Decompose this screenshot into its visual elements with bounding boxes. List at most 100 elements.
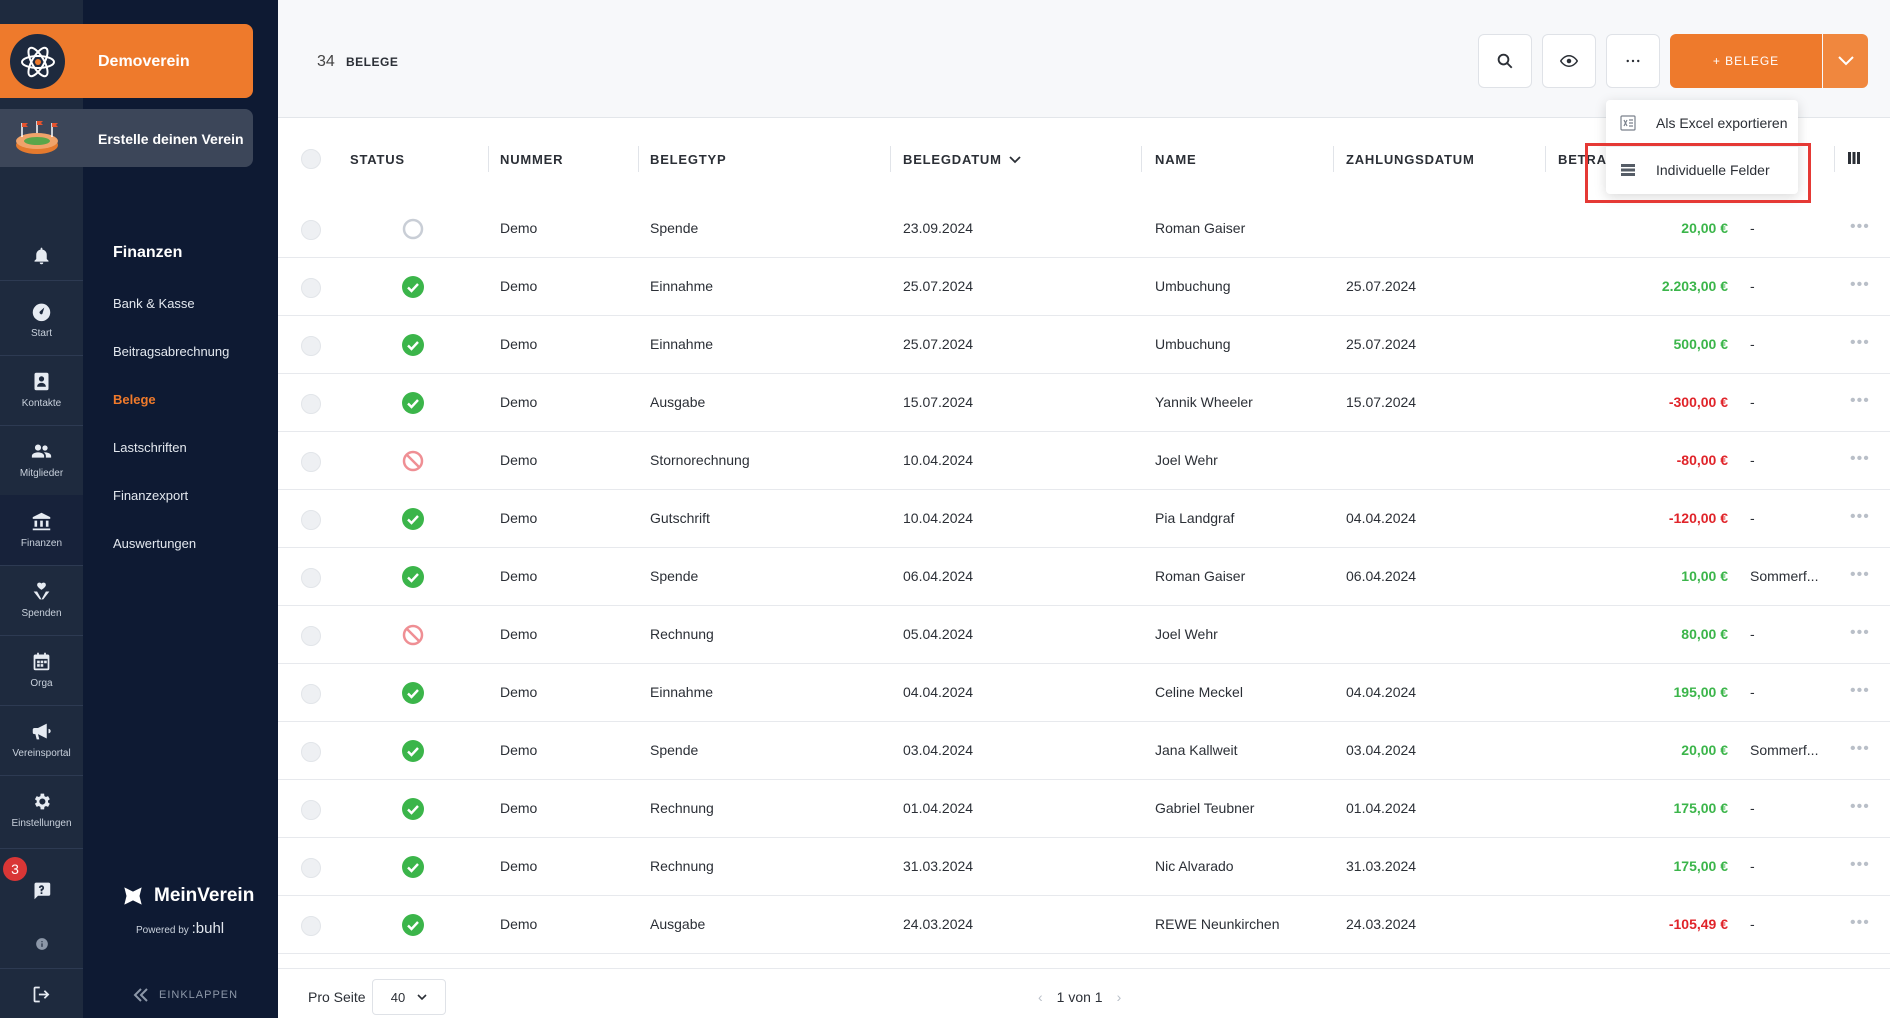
search-icon <box>1497 53 1513 69</box>
cell-extra: - <box>1750 278 1755 294</box>
row-checkbox[interactable] <box>301 684 321 704</box>
cell-belegdatum: 05.04.2024 <box>903 626 974 642</box>
info-icon <box>35 938 48 950</box>
rail-item-logout[interactable] <box>0 970 83 1018</box>
col-header-belegtyp[interactable]: BELEGTYP <box>650 152 726 167</box>
nav-link-bank-kasse[interactable]: Bank & Kasse <box>113 296 195 311</box>
nav-link-beitragsabrechnung[interactable]: Beitragsabrechnung <box>113 344 229 359</box>
col-header-nummer[interactable]: NUMMER <box>500 152 563 167</box>
cell-belegdatum: 31.03.2024 <box>903 858 974 874</box>
rail-label: Spenden <box>21 608 62 619</box>
row-checkbox[interactable] <box>301 568 321 588</box>
rail-item-finanzen[interactable]: Finanzen <box>0 495 83 565</box>
more-options-button[interactable] <box>1606 34 1660 88</box>
cell-betrag: 10,00 € <box>1681 568 1728 584</box>
nav-link-finanzexport[interactable]: Finanzexport <box>113 488 188 503</box>
cell-nummer: Demo <box>500 336 538 352</box>
rail-item-start[interactable]: Start <box>0 285 83 355</box>
brand-name: MeinVerein <box>154 885 255 906</box>
row-checkbox[interactable] <box>301 626 321 646</box>
table-row[interactable]: Demo Einnahme 04.04.2024 Celine Meckel 04.04… <box>278 664 1890 722</box>
table-row[interactable]: Demo Spende 23.09.2024 Roman Gaiser 20,00 € -… <box>278 200 1890 258</box>
nav-link-auswertungen[interactable]: Auswertungen <box>113 536 196 551</box>
row-actions-icon[interactable]: ••• <box>1850 450 1870 468</box>
row-actions-icon[interactable]: ••• <box>1850 682 1870 700</box>
menu-item-export-excel[interactable]: Als Excel exportieren <box>1606 100 1798 146</box>
org-switcher[interactable]: Demoverein <box>0 24 253 98</box>
columns-settings-icon[interactable] <box>1848 152 1860 164</box>
row-actions-icon[interactable]: ••• <box>1850 624 1870 642</box>
select-all-checkbox[interactable] <box>301 149 321 169</box>
row-actions-icon[interactable]: ••• <box>1850 914 1870 932</box>
row-actions-icon[interactable]: ••• <box>1850 798 1870 816</box>
cell-belegtyp: Gutschrift <box>650 510 710 526</box>
create-club-card[interactable]: Erstelle deinen Verein <box>0 109 253 167</box>
table-row[interactable]: Demo Stornorechnung 10.04.2024 Joel Wehr -80… <box>278 432 1890 490</box>
highlight-box <box>1585 143 1811 203</box>
cell-name: Umbuchung <box>1155 278 1231 294</box>
status-paid-icon <box>402 276 424 298</box>
row-checkbox[interactable] <box>301 278 321 298</box>
row-checkbox[interactable] <box>301 916 321 936</box>
cell-betrag: 80,00 € <box>1681 626 1728 642</box>
status-cancelled-icon <box>402 450 424 472</box>
col-header-zahlungsdatum[interactable]: ZAHLUNGSDATUM <box>1346 152 1475 167</box>
row-checkbox[interactable] <box>301 858 321 878</box>
row-actions-icon[interactable]: ••• <box>1850 334 1870 352</box>
table-row[interactable]: Demo Spende 06.04.2024 Roman Gaiser 06.04.20… <box>278 548 1890 606</box>
row-checkbox[interactable] <box>301 800 321 820</box>
rail-item-einstellungen[interactable]: Einstellungen <box>0 775 83 845</box>
table-row[interactable]: Demo Spende 03.04.2024 Jana Kallweit 03.04.2… <box>278 722 1890 780</box>
col-header-status[interactable]: STATUS <box>350 152 405 167</box>
col-header-name[interactable]: NAME <box>1155 152 1196 167</box>
row-actions-icon[interactable]: ••• <box>1850 856 1870 874</box>
prev-page-icon[interactable]: ‹ <box>1038 989 1043 1005</box>
row-checkbox[interactable] <box>301 452 321 472</box>
cell-extra: - <box>1750 916 1755 932</box>
rail-item-orga[interactable]: Orga <box>0 635 83 705</box>
row-checkbox[interactable] <box>301 220 321 240</box>
view-button[interactable] <box>1542 34 1596 88</box>
table-row[interactable]: Demo Ausgabe 24.03.2024 REWE Neunkirchen 24.… <box>278 896 1890 954</box>
row-actions-icon[interactable]: ••• <box>1850 508 1870 526</box>
collapse-button[interactable]: EINKLAPPEN <box>133 988 238 1002</box>
table-row[interactable]: Demo Rechnung 31.03.2024 Nic Alvarado 31.03.… <box>278 838 1890 896</box>
table-row[interactable]: Demo Gutschrift 10.04.2024 Pia Landgraf 04.0… <box>278 490 1890 548</box>
rail-item-kontakte[interactable]: Kontakte <box>0 355 83 425</box>
cell-belegdatum: 24.03.2024 <box>903 916 974 932</box>
row-actions-icon[interactable]: ••• <box>1850 276 1870 294</box>
nav-link-lastschriften[interactable]: Lastschriften <box>113 440 187 455</box>
next-page-icon[interactable]: › <box>1117 989 1122 1005</box>
row-checkbox[interactable] <box>301 336 321 356</box>
rail-item-mitglieder[interactable]: Mitglieder <box>0 425 83 495</box>
rail-item-spenden[interactable]: Spenden <box>0 565 83 635</box>
col-header-belegdatum[interactable]: BELEGDATUM <box>903 152 1021 167</box>
rail-item-info[interactable] <box>0 920 83 968</box>
row-actions-icon[interactable]: ••• <box>1850 566 1870 584</box>
cell-belegtyp: Rechnung <box>650 800 714 816</box>
table-row[interactable]: Demo Einnahme 25.07.2024 Umbuchung 25.07.202… <box>278 258 1890 316</box>
search-button[interactable] <box>1478 34 1532 88</box>
table-row[interactable]: Demo Einnahme 25.07.2024 Umbuchung 25.07.202… <box>278 316 1890 374</box>
table-row[interactable]: Demo Ausgabe 15.07.2024 Yannik Wheeler 15.07… <box>278 374 1890 432</box>
status-paid-icon <box>402 914 424 936</box>
stadium-icon <box>16 121 58 154</box>
table-row[interactable]: Demo Rechnung 01.04.2024 Gabriel Teubner 01.… <box>278 780 1890 838</box>
row-actions-icon[interactable]: ••• <box>1850 740 1870 758</box>
logout-icon <box>33 986 50 1002</box>
add-receipt-dropdown-button[interactable] <box>1823 34 1868 88</box>
rail-item-vereinsportal[interactable]: Vereinsportal <box>0 705 83 775</box>
row-checkbox[interactable] <box>301 510 321 530</box>
row-actions-icon[interactable]: ••• <box>1850 218 1870 236</box>
row-checkbox[interactable] <box>301 394 321 414</box>
table-row[interactable]: Demo Rechnung 05.04.2024 Joel Wehr 80,00 € - •… <box>278 606 1890 664</box>
row-checkbox[interactable] <box>301 742 321 762</box>
row-actions-icon[interactable]: ••• <box>1850 392 1870 410</box>
status-open-icon <box>402 218 424 240</box>
eye-icon <box>1560 54 1578 68</box>
add-receipt-button[interactable]: + BELEGE <box>1670 34 1822 88</box>
nav-link-belege[interactable]: Belege <box>113 392 156 407</box>
notification-badge: 3 <box>3 857 27 881</box>
per-page-select[interactable]: 40 <box>372 979 446 1015</box>
cell-extra: - <box>1750 336 1755 352</box>
